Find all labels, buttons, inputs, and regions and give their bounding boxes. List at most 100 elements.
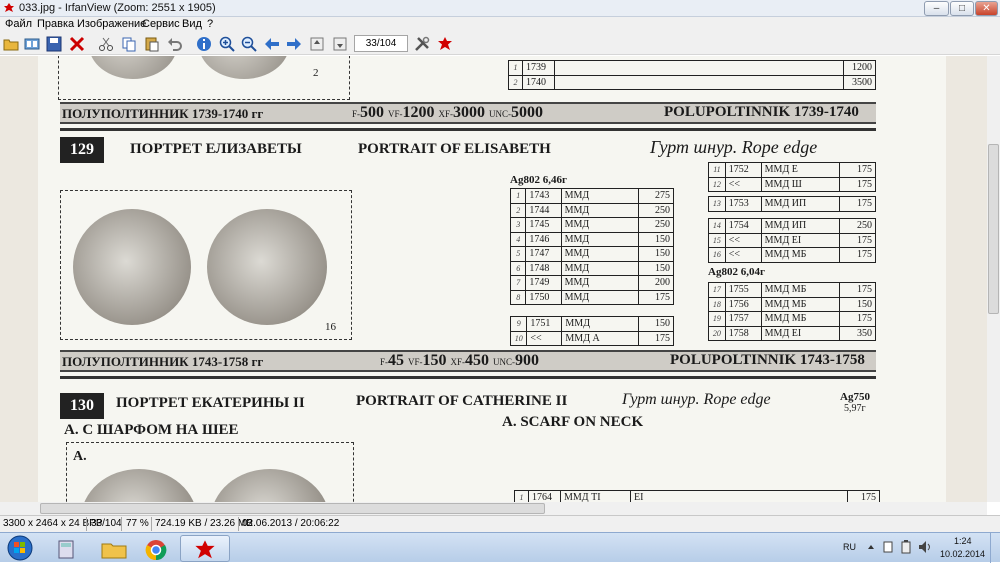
table-row: 3 1745 ММД 250 [509, 217, 675, 233]
menu-help[interactable]: ? [207, 18, 213, 30]
table-row: 2 1740 3500 [508, 74, 876, 90]
irfanview-app-icon [4, 3, 14, 12]
table-row: 7 1749 ММД 200 [509, 275, 675, 291]
language-indicator[interactable]: RU [843, 542, 856, 552]
undo-icon[interactable] [167, 36, 183, 52]
price-table-left-2: 9 1751 ММД 150 10 << ММД А 175 [509, 316, 675, 346]
table-row: 2 1744 ММД 250 [509, 202, 675, 218]
table-row: 16 << ММД МБ 175 [708, 247, 876, 263]
menu-bar: Файл Правка Изображение Сервис Вид ? [0, 17, 1000, 33]
toolbar [0, 33, 1000, 55]
tray-clock-time[interactable]: 1:24 [954, 536, 972, 546]
taskbar-calculator[interactable] [40, 535, 90, 562]
section-title-en: PORTRAIT OF CATHERINE II [356, 393, 568, 409]
table-row: 15 << ММД ЕI 175 [708, 232, 876, 248]
paste-icon[interactable] [144, 36, 160, 52]
copy-icon[interactable] [121, 36, 137, 52]
section-130-header: 130 ПОРТРЕТ ЕКАТЕРИНЫ II PORTRAIT OF CAT… [60, 376, 876, 419]
scroll-thumb[interactable] [40, 503, 545, 514]
edge-type: Гурт шнур. Rope edge [622, 391, 771, 408]
taskbar-chrome[interactable] [130, 535, 180, 562]
zoom-in-icon[interactable] [219, 36, 235, 52]
menu-edit[interactable]: Правка [37, 18, 74, 30]
divider [86, 517, 87, 531]
spec-weight: 5,97г [844, 403, 866, 414]
thumbnails-icon[interactable] [24, 36, 40, 52]
calculator-icon [58, 540, 74, 559]
tray-clock-date[interactable]: 10.02.2014 [940, 549, 985, 559]
table-row: 11 1752 ММД Е 175 [708, 162, 876, 178]
menu-image[interactable]: Изображение [77, 18, 146, 30]
table-row: 13 1753 ММД ИП 175 [708, 196, 876, 212]
table-row: 17 1755 ММД МБ 175 [708, 282, 876, 298]
coin-image [89, 56, 177, 79]
price-table-left: 1 1743 ММД 275 2 1744 ММД 250 3 1745 ММД 250 4 174… [509, 188, 675, 305]
close-button[interactable]: ✕ [975, 1, 998, 16]
battery-icon[interactable] [900, 540, 912, 554]
minimize-button[interactable]: – [924, 1, 949, 16]
first-page-icon[interactable] [309, 36, 325, 52]
band-title-ru: ПОЛУПОЛТИННИК 1743-1758 гг [62, 354, 264, 369]
table-row: 20 1758 ММД ЕI 350 [708, 325, 876, 341]
taskbar-irfanview[interactable] [180, 535, 230, 562]
box-label: A. [73, 449, 87, 464]
section-number: 130 [60, 393, 104, 419]
subsection-title-en: A. SCARF ON NECK [502, 414, 644, 430]
table-row: 8 1750 ММД 175 [509, 289, 675, 305]
divider [151, 517, 152, 531]
coin-obverse-image [73, 209, 191, 325]
tray-expand-icon[interactable] [867, 543, 875, 551]
chrome-icon [145, 540, 167, 561]
status-zoom: 77 % [126, 518, 149, 529]
save-icon[interactable] [46, 36, 62, 52]
info-icon[interactable] [196, 36, 212, 52]
menu-file[interactable]: Файл [5, 18, 32, 30]
band-prices: F-500 VF-1200 XF-3000 UNC-5000 [352, 104, 544, 121]
menu-view[interactable]: Вид [182, 18, 202, 30]
irfanview-icon[interactable] [437, 36, 453, 52]
menu-tools[interactable]: Сервис [142, 18, 180, 30]
horizontal-scrollbar[interactable] [0, 502, 987, 515]
coin-photo-box: A. [66, 442, 354, 502]
catalog-page-image: 2 1 1739 1200 2 1740 3500 ПОЛУПОЛТИННИК 1739… [38, 56, 946, 502]
band-prices: F-45 VF-150 XF-450 UNC-900 [380, 352, 540, 369]
coin-reverse-image [207, 209, 327, 325]
next-icon[interactable] [286, 36, 302, 52]
spec-metal-weight: Ag802 6,46г [510, 174, 567, 186]
scroll-thumb[interactable] [988, 144, 999, 314]
price-table-right-4: 17 1755 ММД МБ 175 18 1756 ММД МБ 150 19 1757 ММ… [708, 282, 876, 341]
section-title-ru: ПОРТРЕТ ЕКАТЕРИНЫ II [116, 395, 305, 411]
price-table-right-3: 14 1754 ММД ИП 250 15 << ММД ЕI 175 16 << ММД МБ… [708, 218, 876, 263]
image-viewport[interactable]: 2 1 1739 1200 2 1740 3500 ПОЛУПОЛТИННИК 1739… [0, 56, 987, 502]
open-folder-icon[interactable] [3, 36, 19, 52]
table-row: 5 1747 ММД 150 [509, 246, 675, 262]
delete-icon[interactable] [69, 36, 85, 52]
section-title-en: PORTRAIT OF ELISABETH [358, 141, 551, 157]
edge-type: Гурт шнур. Rope edge [650, 137, 818, 157]
table-row: 1 1739 1200 [508, 60, 876, 76]
table-row: 18 1756 ММД МБ 150 [708, 296, 876, 312]
last-page-icon[interactable] [332, 36, 348, 52]
coin-image [81, 469, 197, 502]
start-button-icon[interactable] [6, 535, 34, 561]
prev-icon[interactable] [264, 36, 280, 52]
settings-icon[interactable] [414, 36, 430, 52]
maximize-button[interactable]: □ [950, 1, 974, 16]
page-counter-field[interactable]: 33/104 [354, 35, 408, 52]
volume-icon[interactable] [918, 540, 932, 554]
price-band-1743: ПОЛУПОЛТИННИК 1743-1758 гг F-45 VF-150 X… [60, 350, 876, 372]
vertical-scrollbar[interactable] [987, 56, 1000, 502]
coin-number: 2 [313, 67, 319, 79]
table-row: 4 1746 ММД 150 [509, 231, 675, 247]
status-page: 33/104 [91, 518, 122, 529]
network-icon[interactable] [882, 540, 894, 554]
price-table-right-2: 13 1753 ММД ИП 175 [708, 196, 876, 212]
zoom-out-icon[interactable] [241, 36, 257, 52]
cut-icon[interactable] [98, 36, 114, 52]
table-row: 1 1743 ММД 275 [509, 188, 675, 204]
window-title: 033.jpg - IrfanView (Zoom: 2551 x 1905) [19, 2, 216, 14]
show-desktop-button[interactable] [990, 533, 1000, 563]
table-row: 10 << ММД А 175 [509, 330, 675, 346]
table-row: 1 1764 ММД ТI EI 175 [514, 490, 880, 502]
table-row: 6 1748 ММД 150 [509, 260, 675, 276]
